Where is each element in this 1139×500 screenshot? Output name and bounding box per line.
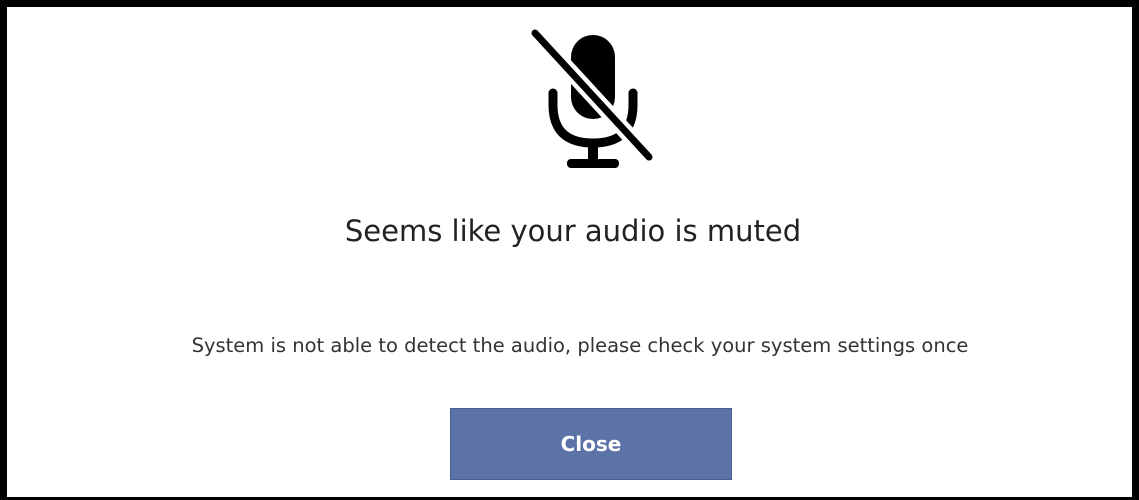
- dialog-message: System is not able to detect the audio, …: [191, 334, 969, 357]
- microphone-muted-icon: [527, 27, 657, 168]
- audio-muted-dialog: Seems like your audio is muted System is…: [0, 0, 1139, 500]
- dialog-title: Seems like your audio is muted: [344, 214, 802, 248]
- close-button[interactable]: Close: [450, 408, 732, 480]
